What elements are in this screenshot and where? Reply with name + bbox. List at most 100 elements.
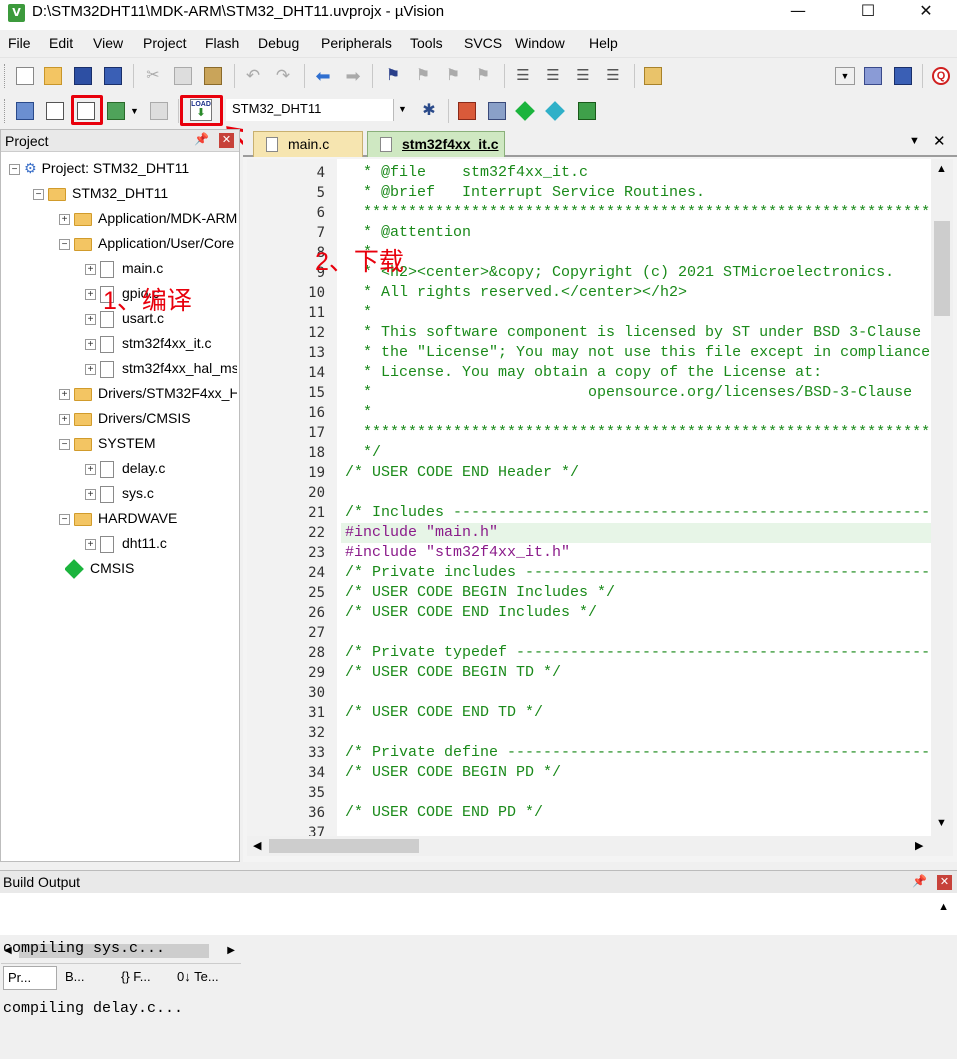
expand-icon[interactable]: +: [85, 488, 96, 500]
line-number: 4: [316, 165, 325, 181]
tree-item-label: main.c: [122, 260, 164, 276]
line-number: 23: [308, 545, 325, 561]
folder-icon: [74, 237, 92, 251]
editor-vertical-scrollbar[interactable]: ▲ ▼: [931, 159, 953, 836]
expand-icon[interactable]: −: [59, 438, 70, 450]
tree-item-label: sys.c: [122, 485, 154, 501]
code-line: /* Includes ----------------------------…: [345, 504, 931, 521]
tab-list-dropdown-icon[interactable]: ▼: [909, 135, 920, 147]
expand-icon[interactable]: +: [59, 388, 70, 400]
expand-icon[interactable]: +: [85, 313, 96, 325]
close-tab-icon[interactable]: ✕: [933, 132, 946, 150]
expand-icon[interactable]: +: [85, 288, 96, 300]
tree-item[interactable]: − HARDWAVE: [59, 506, 237, 530]
code-line: /* USER CODE END Header */: [345, 464, 580, 481]
tree-item[interactable]: + stm32f4xx_hal_msp.c: [85, 356, 237, 380]
tree-item-label: stm32f4xx_hal_msp.c: [122, 360, 237, 376]
line-number: 27: [308, 625, 325, 641]
line-number: 10: [308, 285, 325, 301]
tree-item-label: SYSTEM: [98, 435, 156, 451]
tree-item-label: Application/MDK-ARM: [98, 210, 237, 226]
tree-item[interactable]: + dht11.c: [85, 531, 237, 555]
scrollbar-thumb[interactable]: [269, 839, 419, 853]
scroll-left-icon[interactable]: ◀: [253, 839, 261, 852]
file-icon: [380, 137, 392, 152]
folder-icon: [74, 437, 92, 451]
editor-horizontal-scrollbar[interactable]: ◀ ▶: [247, 836, 953, 856]
code-line: * <h2><center>&copy; Copyright (c) 2021 …: [345, 264, 895, 281]
expand-icon[interactable]: −: [59, 513, 70, 525]
tree-item-label: HARDWAVE: [98, 510, 178, 526]
code-line: */: [345, 444, 382, 461]
line-number: 15: [308, 385, 325, 401]
close-icon[interactable]: ✕: [937, 875, 952, 890]
target-icon: [48, 187, 66, 201]
expand-icon[interactable]: −: [59, 238, 70, 250]
tree-item-label: dht11.c: [122, 535, 167, 551]
build-output-panel: Build Output 📌 ✕ compiling sys.c... comp…: [0, 870, 957, 1017]
project-panel-title: Project: [5, 133, 49, 149]
tree-item[interactable]: + sys.c: [85, 481, 237, 505]
code-line: /* Private define ----------------------…: [345, 744, 931, 761]
tree-item[interactable]: + stm32f4xx_it.c: [85, 331, 237, 355]
expand-icon[interactable]: +: [85, 463, 96, 475]
folder-icon: [74, 212, 92, 226]
tree-item[interactable]: − ⚙ Project: STM32_DHT11: [9, 156, 237, 180]
tab-stm32f4xx-it-c[interactable]: stm32f4xx_it.c: [367, 131, 505, 157]
expand-icon[interactable]: +: [85, 538, 96, 550]
scroll-up-icon[interactable]: ▲: [936, 163, 947, 175]
code-line: #include "main.h": [345, 524, 499, 541]
expand-icon[interactable]: +: [85, 263, 96, 275]
line-number: 19: [308, 465, 325, 481]
pin-icon[interactable]: 📌: [194, 132, 209, 146]
expand-icon[interactable]: +: [59, 413, 70, 425]
tree-item-label: delay.c: [122, 460, 166, 476]
collapse-icon[interactable]: −: [33, 188, 44, 200]
scroll-right-icon[interactable]: ▶: [227, 945, 235, 956]
pin-icon[interactable]: 📌: [912, 874, 927, 888]
line-number: 17: [308, 425, 325, 441]
collapse-icon[interactable]: −: [9, 163, 20, 175]
line-number: 29: [308, 665, 325, 681]
expand-icon[interactable]: +: [59, 213, 70, 225]
scroll-down-icon[interactable]: ▼: [936, 817, 947, 829]
tree-item[interactable]: + main.c: [85, 256, 237, 280]
tree-item-label: stm32f4xx_it.c: [122, 335, 212, 351]
scrollbar-thumb[interactable]: [934, 221, 950, 316]
tree-item[interactable]: + Drivers/CMSIS: [59, 406, 237, 430]
tree-item-label: CMSIS: [90, 560, 135, 576]
code-line: *: [345, 304, 373, 321]
line-number: 37: [308, 825, 325, 836]
tree-item[interactable]: + Drivers/STM32F4xx_HAL_Driver: [59, 381, 237, 405]
tab-main-c[interactable]: main.c: [253, 131, 363, 157]
build-line: compiling sys.c...: [3, 940, 166, 957]
line-number: 22: [308, 525, 325, 541]
scroll-up-icon[interactable]: ▲: [938, 901, 949, 913]
tree-item[interactable]: − Application/User/Core: [59, 231, 237, 255]
tree-item-label: STM32_DHT11: [72, 185, 169, 201]
code-line: * License. You may obtain a copy of the …: [345, 364, 823, 381]
file-icon: [100, 260, 114, 278]
line-number: 5: [316, 185, 325, 201]
close-icon[interactable]: ✕: [219, 133, 234, 148]
tree-item[interactable]: + delay.c: [85, 456, 237, 480]
line-number: 16: [308, 405, 325, 421]
file-icon: [100, 460, 114, 478]
code-line: /* USER CODE BEGIN PD */: [345, 764, 562, 781]
code-line: ****************************************…: [363, 204, 931, 221]
expand-icon[interactable]: +: [85, 363, 96, 375]
line-number: 30: [308, 685, 325, 701]
file-icon: [266, 137, 278, 152]
scroll-right-icon[interactable]: ▶: [915, 839, 923, 852]
tree-item[interactable]: + Application/MDK-ARM: [59, 206, 237, 230]
editor-tab-strip: main.c stm32f4xx_it.c ▼ ✕: [243, 129, 957, 157]
line-number: 35: [308, 785, 325, 801]
line-number: 18: [308, 445, 325, 461]
code-line: /* USER CODE BEGIN Includes */: [345, 584, 616, 601]
tree-item[interactable]: CMSIS: [65, 556, 237, 580]
editor-panel: main.c stm32f4xx_it.c ▼ ✕ 4 5 6 7 8 9 10 11 12 13…: [243, 129, 957, 862]
tree-item[interactable]: − SYSTEM: [59, 431, 237, 455]
expand-icon[interactable]: +: [85, 338, 96, 350]
line-number: 32: [308, 725, 325, 741]
tree-item[interactable]: − STM32_DHT11: [33, 181, 237, 205]
